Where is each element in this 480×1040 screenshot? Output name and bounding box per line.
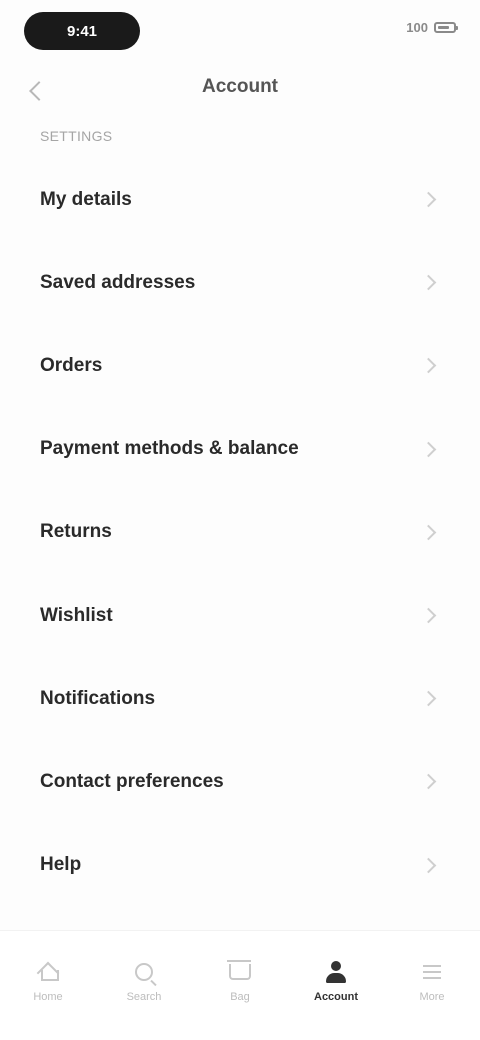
menu-item-notifications[interactable]: Notifications (0, 657, 480, 740)
nav-icon-wrap (323, 959, 349, 985)
nav-label: Account (314, 991, 358, 1003)
menu-item-payment-methods[interactable]: Payment methods & balance (0, 408, 480, 491)
menu-item-label: Orders (40, 354, 103, 376)
page-title: Account (202, 76, 278, 97)
nav-item-search[interactable]: Search (104, 959, 184, 1003)
menu-item-contact-preferences[interactable]: Contact preferences (0, 740, 480, 823)
nav-label: More (419, 991, 445, 1003)
menu-item-label: Saved addresses (40, 271, 196, 293)
status-time: 9:41 (66, 22, 98, 40)
menu-item-label: Notifications (40, 687, 156, 709)
nav-item-account[interactable]: Account (296, 959, 376, 1003)
person-icon (326, 961, 346, 983)
nav-label: Bag (230, 991, 250, 1003)
nav-icon-wrap (35, 959, 61, 985)
bottom-navigation: Home Search Bag Account More (0, 930, 480, 1040)
menu-item-help[interactable]: Help (0, 824, 480, 907)
section-label: SETTINGS (40, 128, 113, 144)
search-icon (135, 963, 153, 981)
account-screen: 9:41 100 Account SETTINGS My details Save… (0, 0, 480, 1040)
chevron-right-icon (420, 358, 437, 374)
nav-icon-wrap (227, 959, 253, 985)
nav-item-more[interactable]: More (392, 959, 472, 1003)
chevron-right-icon (420, 441, 437, 457)
battery-icon (434, 22, 458, 33)
menu-item-orders[interactable]: Orders (0, 324, 480, 407)
menu-item-label: Contact preferences (40, 770, 224, 792)
menu-item-label: My details (40, 188, 132, 210)
status-indicators: 100 (406, 20, 458, 35)
menu-item-label: Help (40, 854, 82, 876)
nav-label: Home (33, 991, 63, 1003)
chevron-right-icon (420, 524, 437, 541)
menu-item-my-details[interactable]: My details (0, 158, 480, 241)
chevron-right-icon (420, 607, 437, 624)
nav-item-bag[interactable]: Bag (200, 959, 280, 1003)
nav-icon-wrap (419, 959, 445, 985)
menu-item-label: Returns (40, 521, 112, 543)
cart-icon (227, 960, 251, 980)
chevron-right-icon (420, 275, 437, 291)
menu-item-label: Payment methods & balance (40, 438, 299, 460)
status-time-pill: 9:41 (24, 12, 140, 50)
home-icon (38, 963, 59, 981)
menu-item-wishlist[interactable]: Wishlist (0, 574, 480, 657)
menu-item-label: Wishlist (40, 604, 113, 626)
status-bar: 9:41 100 (0, 0, 480, 62)
menu-item-returns[interactable]: Returns (0, 491, 480, 574)
menu-item-saved-addresses[interactable]: Saved addresses (0, 241, 480, 324)
header: Account (0, 64, 480, 114)
nav-icon-wrap (131, 959, 157, 985)
chevron-right-icon (420, 191, 437, 208)
battery-level: 100 (406, 20, 428, 35)
chevron-right-icon (420, 774, 437, 790)
menu-icon (423, 965, 441, 979)
chevron-right-icon (420, 690, 437, 707)
chevron-right-icon (420, 857, 437, 873)
nav-label: Search (126, 991, 162, 1003)
settings-list: My details Saved addresses Orders Payment m… (0, 158, 480, 907)
nav-item-home[interactable]: Home (8, 959, 88, 1003)
